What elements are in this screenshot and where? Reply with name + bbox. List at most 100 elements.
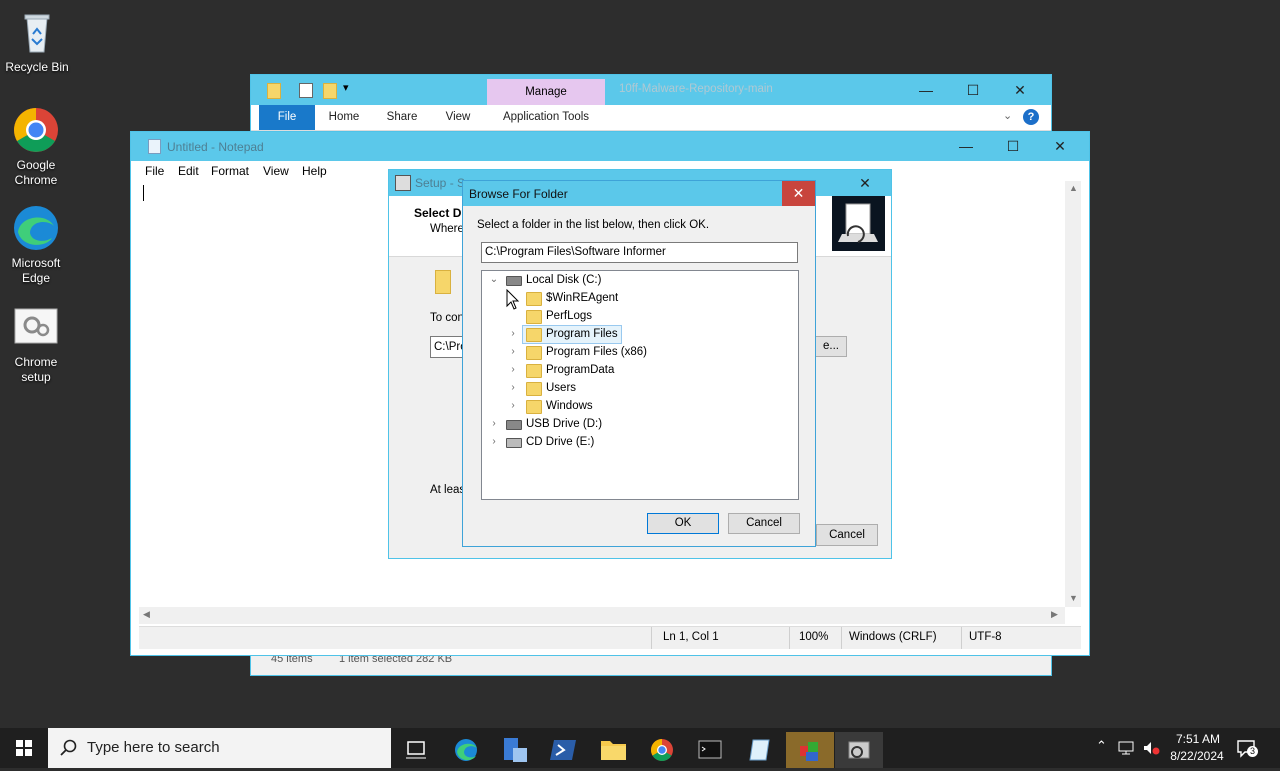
chevron-right-icon[interactable]: › (488, 418, 500, 430)
folder-icon (435, 270, 451, 294)
status-zoom: 100% (799, 631, 829, 643)
scroll-up-icon[interactable]: ▲ (1069, 183, 1078, 193)
maximize-button[interactable]: ☐ (990, 132, 1036, 161)
folder-icon (526, 364, 542, 378)
tab-share[interactable]: Share (377, 105, 427, 130)
manage-context-tab[interactable]: Manage (487, 79, 605, 105)
browse-title: Browse For Folder (469, 187, 568, 201)
close-button[interactable]: ✕ (997, 75, 1043, 105)
folder-icon (526, 292, 542, 306)
file-explorer-icon[interactable] (590, 732, 636, 768)
server-manager-icon[interactable] (491, 732, 537, 768)
chevron-right-icon[interactable]: › (507, 400, 519, 412)
setup-app-icon (395, 175, 411, 191)
desktop-icon-chrome-setup[interactable]: Chrome setup (0, 303, 72, 385)
minimize-button[interactable]: — (903, 75, 949, 105)
chevron-right-icon[interactable]: › (488, 436, 500, 448)
desktop-icon-google-chrome[interactable]: Google Chrome (0, 106, 72, 188)
tab-application-tools[interactable]: Application Tools (489, 105, 603, 130)
cancel-button[interactable]: Cancel (728, 513, 800, 534)
tree-item-folder[interactable]: › Program Files (x86) (482, 343, 798, 361)
menu-view[interactable]: View (263, 164, 289, 178)
help-icon[interactable]: ? (1023, 109, 1039, 125)
menu-format[interactable]: Format (211, 164, 249, 178)
properties-icon[interactable] (299, 83, 313, 98)
explorer-ribbon: File Home Share View Application Tools ⌄… (251, 105, 1051, 131)
menu-help[interactable]: Help (302, 164, 327, 178)
notepad-title-bar[interactable]: Untitled - Notepad — ☐ ✕ (131, 132, 1089, 161)
explorer-title-bar[interactable]: ▾ 10ff-Malware-Repository-main — ☐ ✕ (251, 75, 1051, 105)
clock-time[interactable]: 7:51 AM (1168, 732, 1228, 746)
tree-item-folder[interactable]: PerfLogs (482, 307, 798, 325)
tree-item-label: USB Drive (D:) (526, 418, 603, 430)
action-center-button[interactable]: 3 (1236, 738, 1258, 758)
tab-file[interactable]: File (259, 105, 315, 130)
text-cursor (143, 185, 144, 201)
notepad-icon (148, 139, 161, 154)
chevron-right-icon[interactable]: › (507, 382, 519, 394)
chevron-right-icon[interactable]: › (507, 346, 519, 358)
setup-header-subtitle: Where (430, 223, 464, 235)
tree-item-label: Program Files (546, 328, 618, 340)
task-view-icon[interactable] (393, 732, 439, 768)
vertical-scrollbar[interactable]: ▲ ▼ (1065, 181, 1081, 607)
minimize-button[interactable]: — (943, 132, 989, 161)
notepad-status-bar: Ln 1, Col 1 100% Windows (CRLF) UTF-8 (139, 626, 1081, 649)
start-button[interactable] (0, 728, 48, 768)
close-button[interactable]: ✕ (782, 181, 815, 206)
tab-view[interactable]: View (433, 105, 483, 130)
scroll-left-icon[interactable]: ◀ (143, 609, 150, 620)
tree-item-folder[interactable]: › ProgramData (482, 361, 798, 379)
browse-for-folder-dialog[interactable]: Browse For Folder ✕ Select a folder in t… (462, 180, 816, 547)
close-button[interactable]: ✕ (842, 170, 888, 196)
scroll-down-icon[interactable]: ▼ (1069, 593, 1078, 603)
tree-item-folder[interactable]: › Users (482, 379, 798, 397)
installer-taskbar-icon[interactable] (835, 732, 883, 768)
tree-item-local-disk-c[interactable]: ⌄ Local Disk (C:) (482, 271, 798, 289)
edge-taskbar-icon[interactable] (443, 732, 489, 768)
setup-file-icon (12, 303, 60, 351)
tree-item-folder-selected[interactable]: › Program Files (482, 325, 798, 344)
folder-path-input[interactable]: C:\Program Files\Software Informer (481, 242, 798, 263)
volume-muted-icon[interactable] (1142, 740, 1160, 756)
command-prompt-icon[interactable] (687, 732, 733, 768)
browse-button[interactable]: e... (815, 336, 847, 357)
desktop-icon-recycle-bin[interactable]: Recycle Bin (1, 8, 73, 75)
notepad-taskbar-icon[interactable] (737, 732, 783, 768)
taskbar-search-box[interactable]: Type here to search (48, 728, 391, 768)
tree-item-folder[interactable]: › Windows (482, 397, 798, 415)
powershell-icon[interactable] (541, 732, 587, 768)
setup-body-text: To con (430, 312, 464, 324)
explorer-title: 10ff-Malware-Repository-main (619, 83, 773, 95)
cancel-button[interactable]: Cancel (816, 524, 878, 546)
chrome-taskbar-icon[interactable] (639, 732, 685, 768)
chevron-down-icon[interactable]: ⌄ (488, 274, 500, 286)
tree-item-folder[interactable]: $WinREAgent (482, 289, 798, 307)
quick-access-dropdown-icon[interactable]: ▾ (343, 81, 349, 94)
chevron-right-icon[interactable]: › (507, 328, 519, 340)
menu-file[interactable]: File (145, 164, 164, 178)
folder-icon (526, 400, 542, 414)
chevron-right-icon[interactable]: › (507, 364, 519, 376)
maximize-button[interactable]: ☐ (950, 75, 996, 105)
tree-item-usb-drive-d[interactable]: › USB Drive (D:) (482, 415, 798, 433)
new-folder-icon[interactable] (323, 83, 337, 99)
network-icon[interactable] (1118, 740, 1136, 756)
menu-edit[interactable]: Edit (178, 164, 199, 178)
clock-date[interactable]: 8/22/2024 (1166, 749, 1228, 763)
ribbon-expand-icon[interactable]: ⌄ (1003, 109, 1012, 122)
desktop-icon-microsoft-edge[interactable]: Microsoft Edge (0, 204, 72, 286)
scroll-right-icon[interactable]: ▶ (1051, 609, 1058, 620)
ok-button[interactable]: OK (647, 513, 719, 534)
desktop-icon-label: Chrome setup (14, 355, 58, 384)
recycle-bin-icon (13, 8, 61, 56)
show-hidden-icons-icon[interactable]: ⌃ (1096, 738, 1107, 754)
tab-home[interactable]: Home (319, 105, 369, 130)
browse-instruction: Select a folder in the list below, then … (477, 219, 710, 231)
close-button[interactable]: ✕ (1037, 132, 1083, 161)
horizontal-scrollbar[interactable]: ◀ ▶ (139, 607, 1065, 624)
tree-item-cd-drive-e[interactable]: › CD Drive (E:) (482, 433, 798, 451)
setup-taskbar-icon[interactable] (786, 732, 834, 768)
browse-title-bar[interactable]: Browse For Folder ✕ (463, 181, 815, 206)
folder-tree[interactable]: ⌄ Local Disk (C:) $WinREAgent PerfLogs ›… (481, 270, 799, 500)
